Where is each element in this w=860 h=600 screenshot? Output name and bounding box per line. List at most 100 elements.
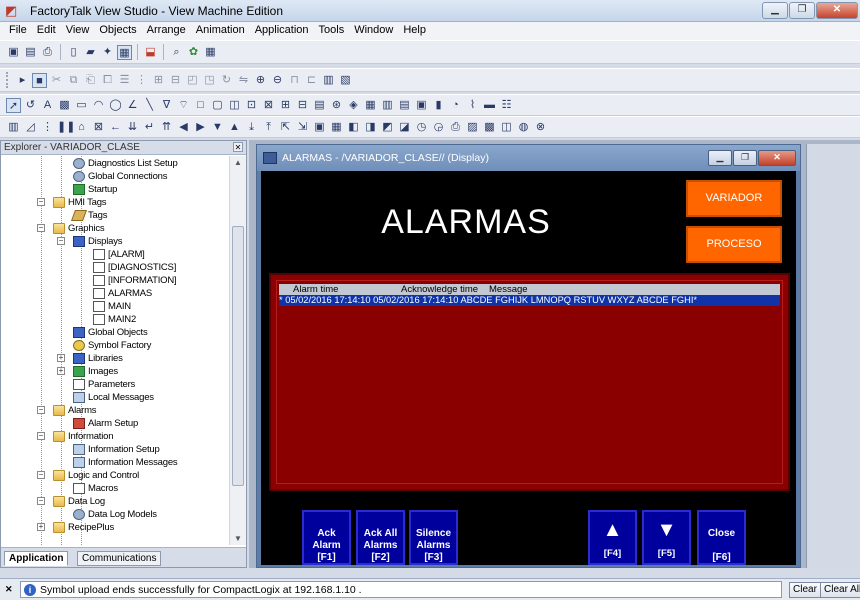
properties-icon[interactable]: ▥ bbox=[321, 73, 336, 88]
ack-all-alarms-button[interactable]: Ack All Alarms [F2] bbox=[356, 510, 405, 565]
momentary-button-icon[interactable]: ⊠ bbox=[261, 98, 276, 113]
tree-item[interactable]: [INFORMATION] bbox=[93, 274, 177, 286]
rectangle-tool-icon[interactable]: ▭ bbox=[74, 98, 89, 113]
clear-button[interactable]: Clear bbox=[789, 582, 821, 598]
tab-application[interactable]: Application bbox=[4, 551, 69, 566]
tree-item[interactable]: Global Objects bbox=[73, 326, 148, 338]
home-icon[interactable]: ⇱ bbox=[278, 120, 293, 135]
duplicate-icon[interactable]: ⧠ bbox=[100, 73, 115, 88]
alarm-icon[interactable]: ⬓ bbox=[143, 45, 158, 60]
tree-item[interactable]: Information bbox=[53, 430, 114, 442]
close-display-button[interactable]: Close [F6] bbox=[697, 510, 746, 565]
snap-icon[interactable]: ⊓ bbox=[287, 73, 302, 88]
proceso-button[interactable]: PROCESO bbox=[686, 226, 782, 263]
collapse-icon[interactable]: − bbox=[37, 198, 45, 206]
expand-icon[interactable]: + bbox=[57, 367, 65, 375]
distribute-icon[interactable]: ⋮ bbox=[134, 73, 149, 88]
ungroup-icon[interactable]: ⊟ bbox=[168, 73, 183, 88]
alarm-row[interactable]: * 05/02/2016 17:14:10 05/02/2016 17:14:1… bbox=[279, 295, 780, 306]
enter-icon[interactable]: ↵ bbox=[142, 120, 157, 135]
stop-icon[interactable]: ■ bbox=[32, 72, 47, 88]
copy-icon[interactable]: ⧉ bbox=[66, 73, 81, 88]
polyline-tool-icon[interactable]: ∇ bbox=[159, 98, 174, 113]
tree-item[interactable]: Information Setup bbox=[73, 443, 160, 455]
tree-item[interactable]: Data Log Models bbox=[73, 508, 157, 520]
save-all-icon[interactable]: ▣ bbox=[6, 45, 21, 60]
open-icon[interactable]: ▰ bbox=[83, 45, 98, 60]
diagnostics-list[interactable]: i Symbol upload ends successfully for Co… bbox=[20, 581, 782, 598]
tree-item[interactable]: Alarms bbox=[53, 404, 97, 416]
menu-view[interactable]: View bbox=[61, 22, 95, 40]
display-maximize-button[interactable]: ❐ bbox=[733, 150, 757, 166]
print-alarm-icon[interactable]: ⎙ bbox=[448, 120, 463, 135]
page-up-icon[interactable]: ⤒ bbox=[261, 120, 276, 135]
latched-button-icon[interactable]: ⊟ bbox=[295, 98, 310, 113]
binoculars-icon[interactable]: ⌕ bbox=[169, 45, 184, 60]
wedge-tool-icon[interactable]: ∠ bbox=[125, 98, 140, 113]
explorer-scrollbar[interactable]: ▲ ▼ bbox=[229, 156, 246, 545]
maximize-button[interactable]: ❐ bbox=[789, 2, 815, 19]
ack-all-icon[interactable]: ▦ bbox=[329, 120, 344, 135]
trend-icon[interactable]: ⌇ bbox=[465, 98, 480, 113]
align-icon[interactable]: ☰ bbox=[117, 73, 132, 88]
bar-graph-icon[interactable]: ▮ bbox=[431, 98, 446, 113]
zoom-out-icon[interactable]: ⊖ bbox=[270, 73, 285, 88]
numeric-display-icon[interactable]: ▦ bbox=[363, 98, 378, 113]
symbol-icon[interactable]: ⋮ bbox=[40, 120, 55, 135]
tree-item[interactable]: Displays bbox=[73, 235, 123, 247]
save-icon[interactable]: ▤ bbox=[23, 45, 38, 60]
tree-item[interactable]: Tags bbox=[70, 209, 107, 221]
left-arrow-icon[interactable]: ← bbox=[108, 120, 123, 135]
interlocked-button-icon[interactable]: ⊛ bbox=[329, 98, 344, 113]
collapse-icon[interactable]: − bbox=[37, 406, 45, 414]
polygon-tool-icon[interactable]: ⌔ bbox=[176, 98, 191, 113]
silence-icon[interactable]: ◧ bbox=[346, 120, 361, 135]
tree-item[interactable]: Graphics bbox=[53, 222, 105, 234]
display-close-button[interactable]: ✕ bbox=[758, 150, 796, 166]
tree-item[interactable]: Global Connections bbox=[73, 170, 168, 182]
local-msg-icon[interactable]: ◫ bbox=[499, 120, 514, 135]
tree-item[interactable]: Information Messages bbox=[73, 456, 178, 468]
tree-item[interactable]: Parameters bbox=[73, 378, 135, 390]
menu-objects[interactable]: Objects bbox=[94, 22, 141, 40]
tree-item[interactable]: MAIN bbox=[93, 300, 131, 312]
tree-item[interactable]: Symbol Factory bbox=[73, 339, 151, 351]
alarm-banner-icon[interactable]: ▬ bbox=[482, 98, 497, 113]
tree-item[interactable]: [ALARM] bbox=[93, 248, 145, 260]
tag-browser-icon[interactable]: ▧ bbox=[338, 73, 353, 88]
silence-alarms-button[interactable]: Silence Alarms [F3] bbox=[409, 510, 458, 565]
collapse-icon[interactable]: − bbox=[37, 497, 45, 505]
wizard-icon[interactable]: ✦ bbox=[100, 45, 115, 60]
scrollbar-thumb[interactable] bbox=[232, 226, 244, 486]
close-diagnostics-icon[interactable]: ✕ bbox=[5, 583, 15, 595]
macro-icon[interactable]: ▩ bbox=[482, 120, 497, 135]
grid-snap-icon[interactable]: ⊏ bbox=[304, 73, 319, 88]
tab-communications[interactable]: Communications bbox=[77, 551, 162, 566]
line-tool-icon[interactable]: ╲ bbox=[142, 98, 157, 113]
cut-icon[interactable]: ✂ bbox=[49, 73, 64, 88]
back-icon[interactable]: ◳ bbox=[202, 73, 217, 88]
variador-button[interactable]: VARIADOR bbox=[686, 180, 782, 217]
tree-item[interactable]: Data Log bbox=[53, 495, 105, 507]
collapse-icon[interactable]: − bbox=[37, 471, 45, 479]
menu-animation[interactable]: Animation bbox=[191, 22, 250, 40]
round-rect-tool-icon[interactable]: ▢ bbox=[210, 98, 225, 113]
gauge-icon[interactable]: ◔ bbox=[448, 98, 463, 113]
alarm-list[interactable]: Alarm time Acknowledge time Message * 05… bbox=[276, 280, 783, 484]
tree-item[interactable]: Logic and Control bbox=[53, 469, 139, 481]
clear-all-button[interactable]: Clear All bbox=[820, 582, 860, 598]
multistate-button-icon[interactable]: ▤ bbox=[312, 98, 327, 113]
display-title-bar[interactable]: ALARMAS - /VARIADOR_CLASE// (Display) ▁ … bbox=[257, 145, 800, 171]
menu-help[interactable]: Help bbox=[398, 22, 431, 40]
list-indicator-icon[interactable]: ▤ bbox=[397, 98, 412, 113]
reset-icon[interactable]: ◪ bbox=[397, 120, 412, 135]
close-display-icon[interactable]: ⊠ bbox=[91, 120, 106, 135]
freeform-tool-icon[interactable]: ↺ bbox=[23, 98, 38, 113]
print-icon[interactable]: ⎙ bbox=[40, 45, 55, 60]
text-tool-icon[interactable]: A bbox=[40, 98, 55, 113]
tree-item[interactable]: Macros bbox=[73, 482, 118, 494]
menu-file[interactable]: File bbox=[4, 22, 32, 40]
display-list-icon[interactable]: ▥ bbox=[6, 120, 21, 135]
image-tool-icon[interactable]: ▩ bbox=[57, 98, 72, 113]
grid-icon[interactable]: ▦ bbox=[203, 45, 218, 60]
